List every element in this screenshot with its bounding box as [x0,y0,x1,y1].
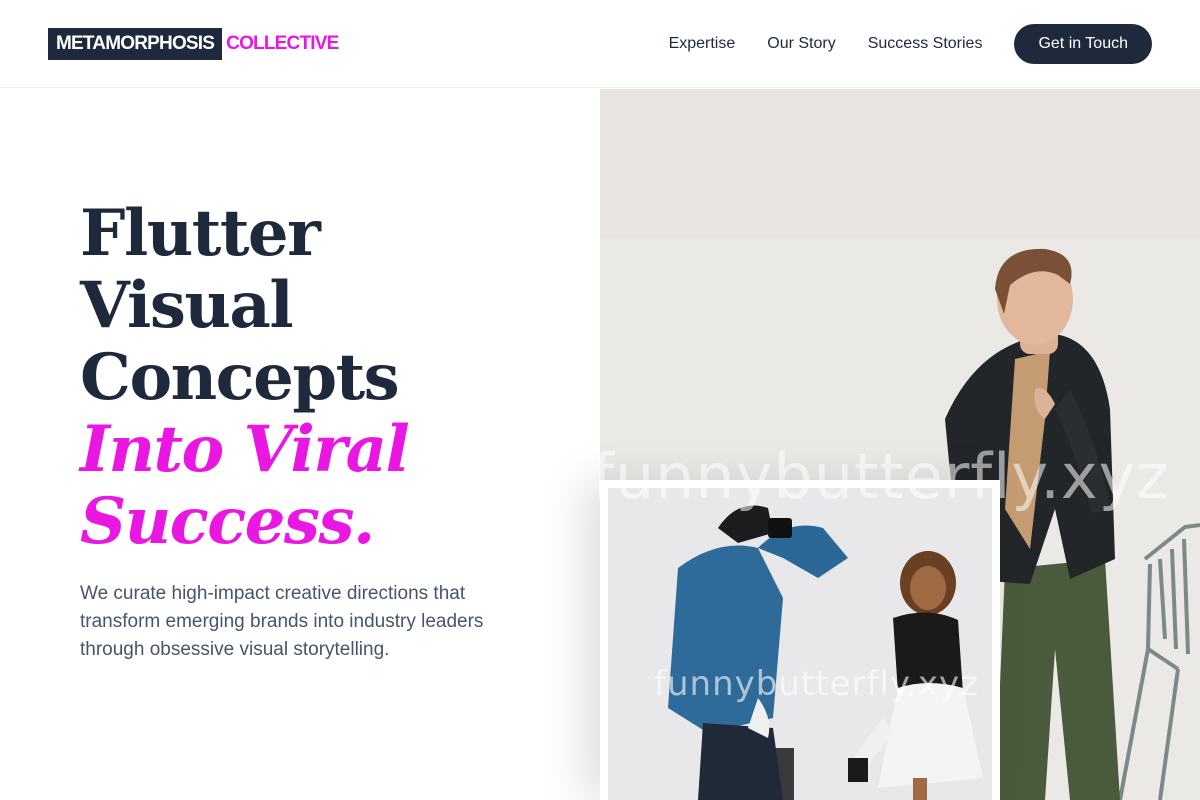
nav-link-expertise[interactable]: Expertise [669,35,736,53]
brand-logo[interactable]: METAMORPHOSIS COLLECTIVE [48,28,339,60]
main-nav: Expertise Our Story Success Stories Get … [669,24,1152,64]
photoshoot-illustration [608,488,992,800]
nav-link-our-story[interactable]: Our Story [767,35,835,53]
hero-headline: Flutter Visual Concepts Into Viral Succe… [80,198,560,558]
hero-subtitle: We curate high-impact creative direction… [80,583,484,660]
logo-accent-text: COLLECTIVE [226,33,339,54]
site-header: METAMORPHOSIS COLLECTIVE Expertise Our S… [0,0,1200,88]
inset-photo-frame: funnybutterfly.xyz [608,488,992,800]
main-photo-watermark: funnybutterfly.xyz [592,440,1170,513]
logo-primary-text: METAMORPHOSIS [48,28,223,60]
get-in-touch-button[interactable]: Get in Touch [1014,24,1152,64]
headline-line-1: Flutter [80,196,321,271]
headline-accent-line-1: Into Viral [80,412,410,487]
hero-inset-photo: funnybutterfly.xyz [600,480,1000,800]
nav-link-success-stories[interactable]: Success Stories [868,35,983,53]
headline-line-2: Visual [80,268,294,343]
headline-accent-line-2: Success. [80,484,375,559]
inset-photo-watermark: funnybutterfly.xyz [654,664,980,704]
headline-line-3: Concepts [80,340,400,415]
